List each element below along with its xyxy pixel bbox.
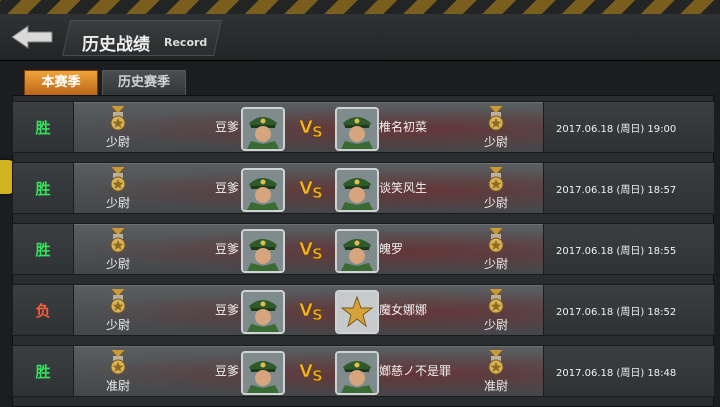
record-row[interactable]: 胜 准尉 豆爹 V S 嫏慈ノ不是罪 准尉 2017.06.18 (周日) 18… [12,345,714,397]
svg-text:V: V [299,178,313,199]
time-cell: 2017.06.18 (周日) 18:52 [543,285,714,335]
left-rank-label: 少尉 [105,318,130,332]
left-player-avatar[interactable] [241,290,285,334]
right-rank-label: 少尉 [483,318,508,332]
rank-medal-icon [107,166,129,193]
right-player-name: 谈笑风生 [379,181,428,195]
page-title: 历史战绩 [82,35,150,55]
rank-medal-icon [107,349,129,376]
vs-icon: V S [299,176,327,203]
left-player-name: 豆爹 [214,303,239,317]
match-time: 2017.06.18 (周日) 18:52 [556,307,677,318]
left-player-avatar[interactable] [241,168,285,212]
record-row[interactable]: 胜 少尉 豆爹 V S 椎名初菜 少尉 2017.06.18 (周日) 19:0… [12,101,714,153]
vs-icon: V S [299,115,327,142]
right-player-avatar[interactable] [335,229,379,273]
left-player-name: 豆爹 [214,181,239,195]
record-row[interactable]: 负 少尉 豆爹 V S 魔女娜娜 少尉 2017.06.18 (周日) 18:5… [12,284,714,336]
left-rank-label: 少尉 [105,196,130,210]
left-player-avatar[interactable] [241,229,285,273]
right-player-avatar[interactable] [335,107,379,151]
rank-medal-icon [485,349,507,376]
vs-icon: V S [299,237,327,264]
result-cell: 胜 [13,346,74,396]
result-cell: 胜 [13,224,74,274]
match-time: 2017.06.18 (周日) 18:48 [556,368,677,379]
result-label: 胜 [35,118,51,137]
time-cell: 2017.06.18 (周日) 19:00 [543,102,714,152]
left-player-name: 豆爹 [214,120,239,134]
svg-text:V: V [299,361,313,382]
result-cell: 负 [13,285,74,335]
top-hazard-stripe [0,0,720,14]
rank-medal-icon [485,288,507,315]
right-player-avatar[interactable] [335,168,379,212]
time-cell: 2017.06.18 (周日) 18:57 [543,163,714,213]
match-time: 2017.06.18 (周日) 19:00 [556,124,677,135]
left-rank-label: 少尉 [105,257,130,271]
time-cell: 2017.06.18 (周日) 18:55 [543,224,714,274]
svg-text:V: V [299,117,313,138]
record-row[interactable]: 胜 少尉 豆爹 V S 谈笑风生 少尉 2017.06.18 (周日) 18:5… [12,162,714,214]
record-row[interactable]: 胜 少尉 豆爹 V S 魄罗 少尉 2017.06.18 (周日) 18:55 [12,223,714,275]
svg-text:V: V [299,239,313,260]
right-player-name: 嫏慈ノ不是罪 [379,364,452,378]
back-button[interactable] [8,22,56,52]
right-player-name: 魄罗 [379,242,404,256]
rank-medal-icon [107,227,129,254]
left-rank-label: 准尉 [105,379,130,393]
result-label: 胜 [35,240,51,259]
vs-icon: V S [299,298,327,325]
tab-current-season[interactable]: 本赛季 [24,70,98,96]
svg-text:S: S [312,184,323,200]
time-cell: 2017.06.18 (周日) 18:48 [543,346,714,396]
result-label: 负 [35,301,51,320]
result-label: 胜 [35,179,51,198]
rank-medal-icon [485,105,507,132]
right-rank-label: 少尉 [483,257,508,271]
match-time: 2017.06.18 (周日) 18:55 [556,246,677,257]
rank-medal-icon [485,166,507,193]
tab-past-seasons[interactable]: 历史赛季 [102,70,186,96]
page-title-english: Record [164,36,208,49]
svg-text:S: S [312,367,323,383]
left-player-name: 豆爹 [214,242,239,256]
back-arrow-icon [11,25,53,49]
header-bar: 历史战绩 Record [0,14,720,61]
vs-icon: V S [299,359,327,386]
left-rank-label: 少尉 [105,135,130,149]
svg-text:V: V [299,300,313,321]
left-player-avatar[interactable] [241,351,285,395]
right-rank-label: 准尉 [483,379,508,393]
svg-text:S: S [312,245,323,261]
rank-medal-icon [485,227,507,254]
right-rank-label: 少尉 [483,135,508,149]
match-time: 2017.06.18 (周日) 18:57 [556,185,677,196]
result-cell: 胜 [13,163,74,213]
rank-medal-icon [107,288,129,315]
rank-medal-icon [107,105,129,132]
svg-text:S: S [312,306,323,322]
right-player-name: 魔女娜娜 [379,303,428,317]
result-cell: 胜 [13,102,74,152]
left-player-avatar[interactable] [241,107,285,151]
right-player-name: 椎名初菜 [379,120,428,134]
result-label: 胜 [35,362,51,381]
svg-text:S: S [312,123,323,139]
left-player-name: 豆爹 [214,364,239,378]
right-player-avatar[interactable] [335,290,379,334]
right-player-avatar[interactable] [335,351,379,395]
right-rank-label: 少尉 [483,196,508,210]
